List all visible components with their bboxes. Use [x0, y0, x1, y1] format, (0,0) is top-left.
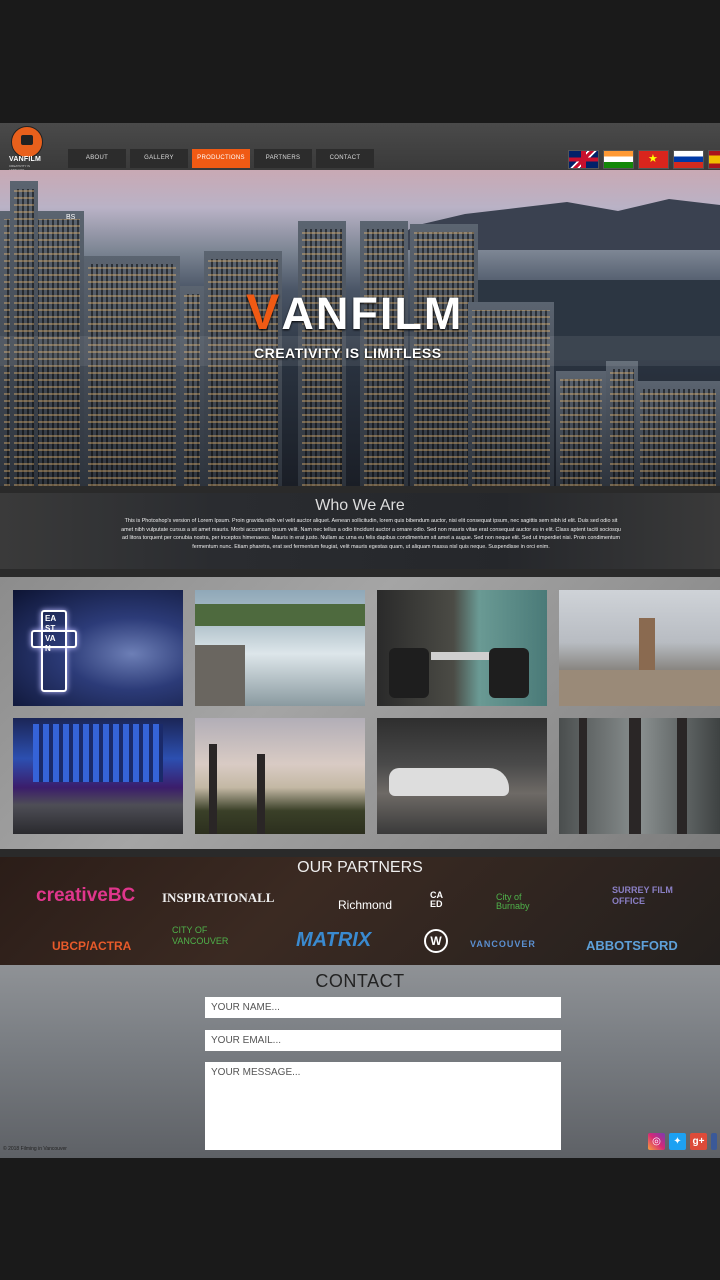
tree — [257, 754, 265, 834]
building — [84, 256, 180, 486]
partner-logo-creativebc[interactable]: creativeBC — [36, 885, 135, 907]
partner-logo-caed[interactable]: CAED — [430, 891, 444, 909]
photo-gallery: EAST VAN — [0, 577, 720, 849]
language-flags — [568, 150, 720, 169]
twitter-icon[interactable]: ✦ — [669, 1133, 686, 1150]
table — [431, 652, 491, 660]
building — [10, 181, 38, 486]
section-title: CONTACT — [315, 971, 405, 991]
partner-logo-vancouver-economic[interactable]: VANCOUVER — [470, 939, 536, 949]
india-flag-icon[interactable] — [603, 150, 634, 169]
hero-title: VANFILM — [246, 287, 464, 339]
partner-logo-burnaby[interactable]: City of Burnaby — [496, 893, 550, 911]
partner-logo-abbotsford[interactable]: ABBOTSFORD — [586, 938, 678, 953]
tree — [209, 744, 217, 834]
partner-logo-surrey[interactable]: SURREY FILM OFFICE — [612, 885, 684, 907]
section-title: Who We Are — [315, 497, 405, 514]
who-we-are-section: Who We Are This is Photoshop's version o… — [0, 493, 720, 569]
partner-logo-matrix[interactable]: MATRIX — [296, 929, 371, 952]
harbour-centre-tower — [639, 618, 655, 676]
gallery-photo-lit-building[interactable] — [13, 718, 183, 834]
contact-section: CONTACT YOUR NAME... YOUR EMAIL... YOUR … — [0, 965, 720, 1158]
rooftops — [559, 670, 720, 706]
menu-item-productions[interactable]: PRODUCTIONS — [192, 149, 250, 168]
hero-subtitle: CREATIVITY IS LIMITLESS — [254, 345, 442, 361]
partner-logo-ubcp-actra[interactable]: UBCP/ACTRA — [52, 939, 131, 953]
tree — [579, 718, 587, 834]
menu-item-gallery[interactable]: GALLERY — [130, 149, 188, 168]
uk-flag-icon[interactable] — [568, 150, 599, 169]
partners-section: OUR PARTNERS creativeBC INSPIRATIONALL R… — [0, 857, 720, 965]
gallery-photo-lions-gate-bridge[interactable] — [195, 590, 365, 706]
hero-title-accent: V — [246, 284, 282, 340]
booth-seat — [489, 648, 529, 698]
gallery-photo-diner-booth[interactable] — [377, 590, 547, 706]
building — [556, 371, 606, 486]
building — [468, 302, 554, 486]
facebook-icon[interactable] — [711, 1133, 717, 1150]
webpage-screenshot: VANFILM CREATIVITY IS LIMITLESS ABOUT GA… — [0, 123, 720, 1158]
partner-logo-city-of-vancouver[interactable]: CITY OF VANCOUVER — [172, 925, 256, 947]
booth-seat — [389, 648, 429, 698]
classic-car — [389, 768, 509, 796]
hero-banner: BS VANFILM CREATIVITY IS LIMITLESS — [0, 170, 720, 486]
partner-logo-richmond[interactable]: Richmond — [338, 898, 392, 912]
partner-logo-inspirationall[interactable]: INSPIRATIONALL — [162, 890, 274, 906]
spain-flag-icon[interactable] — [708, 150, 720, 169]
partner-logo-w[interactable]: W — [424, 929, 448, 953]
building — [636, 381, 720, 486]
gallery-photo-park-trees[interactable] — [195, 718, 365, 834]
copyright-text: © 2018 Filming in Vancouver — [3, 1146, 67, 1152]
top-nav: VANFILM CREATIVITY IS LIMITLESS ABOUT GA… — [0, 123, 720, 172]
section-text: This is Photoshop's version of Lorem Ips… — [121, 518, 621, 550]
tree — [629, 718, 641, 834]
gallery-photo-east-van-sign[interactable]: EAST VAN — [13, 590, 183, 706]
menu-item-partners[interactable]: PARTNERS — [254, 149, 312, 168]
gallery-photo-classic-car[interactable] — [377, 718, 547, 834]
message-textarea[interactable]: YOUR MESSAGE... — [205, 1062, 561, 1150]
section-title: OUR PARTNERS — [297, 859, 423, 876]
camera-icon — [11, 126, 43, 158]
menu-item-about[interactable]: ABOUT — [68, 149, 126, 168]
building — [180, 286, 204, 486]
gallery-photo-forest[interactable] — [559, 718, 720, 834]
name-input[interactable]: YOUR NAME... — [205, 997, 561, 1018]
hero-title-rest: ANFILM — [281, 288, 464, 339]
social-links: ◎ ✦ g+ — [648, 1133, 717, 1150]
tree — [677, 718, 687, 834]
vietnam-flag-icon[interactable] — [638, 150, 669, 169]
seawall — [195, 645, 245, 706]
main-menu: ABOUT GALLERY PRODUCTIONS PARTNERS CONTA… — [68, 149, 374, 168]
instagram-icon[interactable]: ◎ — [648, 1133, 665, 1150]
russia-flag-icon[interactable] — [673, 150, 704, 169]
email-input[interactable]: YOUR EMAIL... — [205, 1030, 561, 1051]
google-plus-icon[interactable]: g+ — [690, 1133, 707, 1150]
vanfilm-logo[interactable]: VANFILM CREATIVITY IS LIMITLESS — [9, 126, 45, 172]
neon-sign-text: EAST VAN — [45, 614, 57, 653]
building — [606, 361, 638, 486]
menu-item-contact[interactable]: CONTACT — [316, 149, 374, 168]
gallery-photo-city-skyline[interactable] — [559, 590, 720, 706]
blue-facade — [33, 724, 163, 782]
building-sign: BS — [66, 214, 76, 221]
logo-text: VANFILM — [9, 156, 41, 163]
forest-shoreline — [195, 604, 365, 626]
